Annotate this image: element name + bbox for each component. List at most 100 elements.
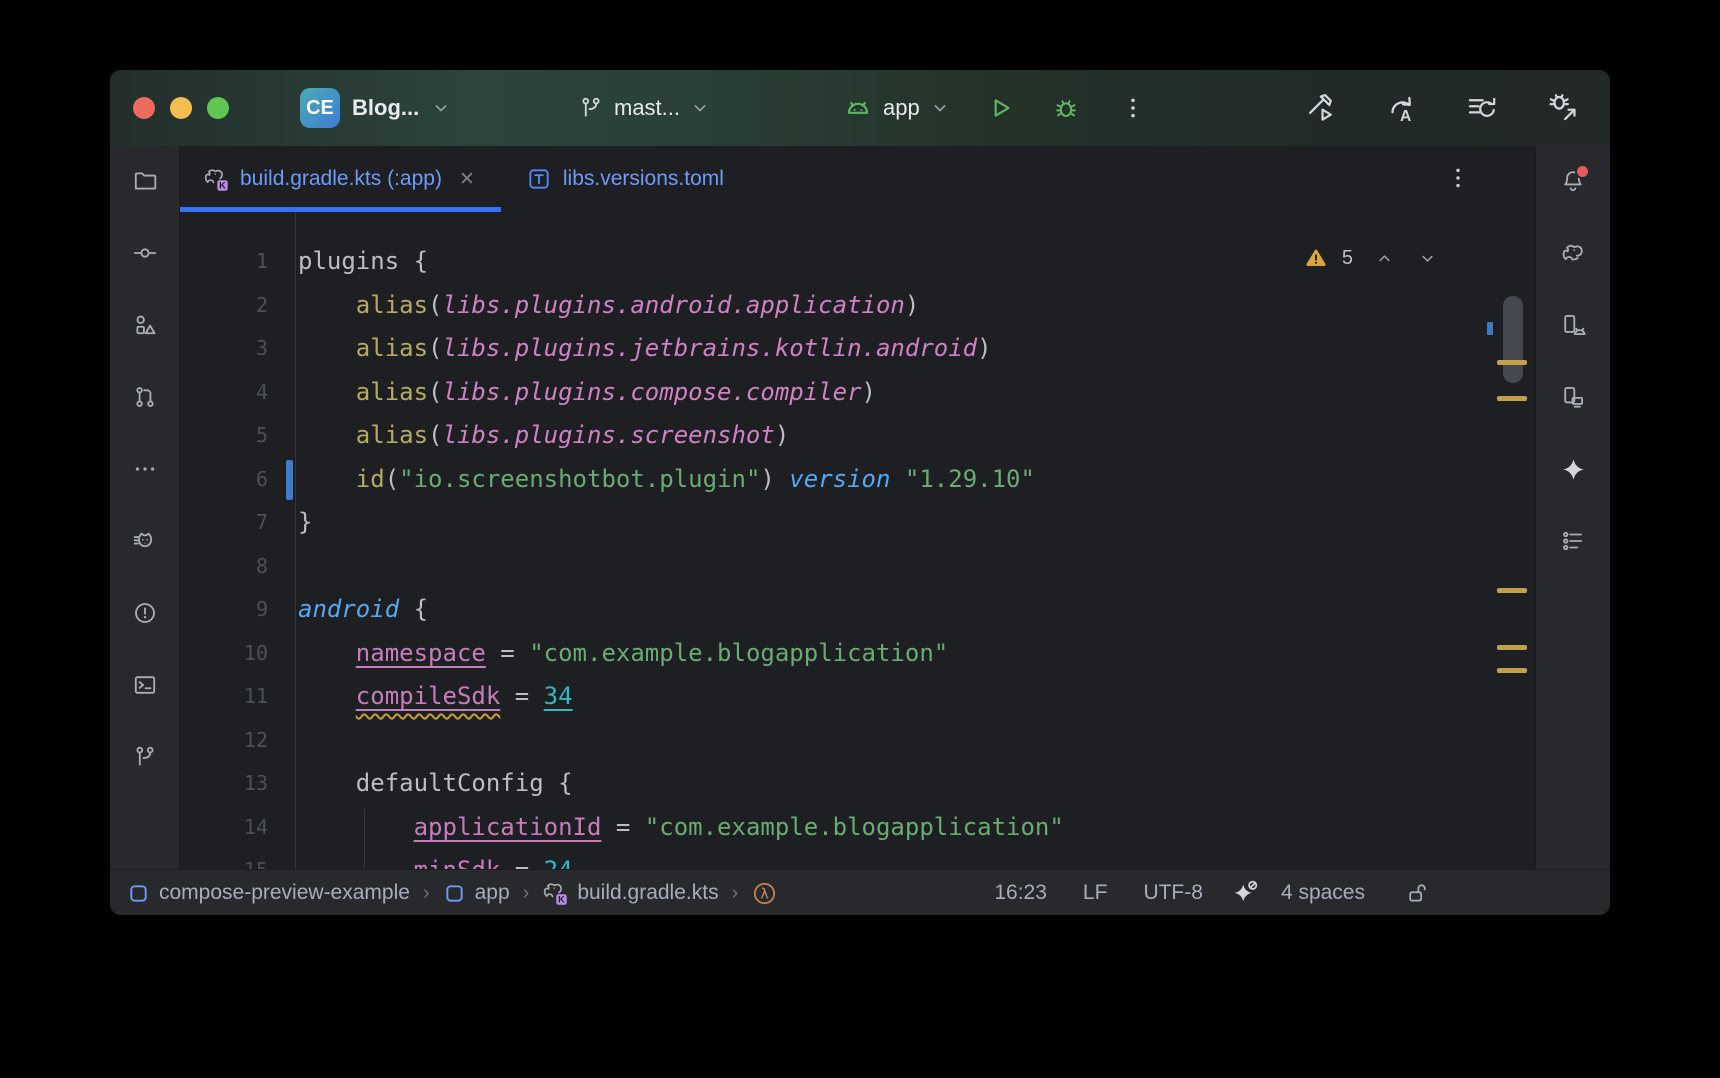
code-line[interactable]: alias(libs.plugins.android.application) bbox=[298, 284, 1475, 328]
line-number[interactable]: 8 bbox=[180, 545, 268, 589]
gradle-button[interactable] bbox=[1560, 240, 1586, 266]
code-editor[interactable]: 123456789101112131415 plugins { alias(li… bbox=[180, 212, 1535, 869]
gradle-icon bbox=[1560, 240, 1586, 266]
attach-debugger-button[interactable] bbox=[1546, 91, 1580, 125]
next-problem-button[interactable] bbox=[1418, 249, 1437, 268]
code-line[interactable]: namespace = "com.example.blogapplication… bbox=[298, 632, 1475, 676]
status-bar: compose-preview-example › app › K build.… bbox=[110, 869, 1610, 915]
warning-icon bbox=[1304, 246, 1328, 270]
close-tab-icon[interactable]: ✕ bbox=[459, 168, 475, 191]
code-line[interactable] bbox=[298, 545, 1475, 589]
line-number[interactable]: 9 bbox=[180, 588, 268, 632]
code-lines[interactable]: plugins { alias(libs.plugins.android.app… bbox=[298, 240, 1475, 869]
scrollbar-thumb[interactable] bbox=[1503, 296, 1523, 383]
gradle-kotlin-file-icon: K bbox=[542, 880, 568, 906]
notifications-button[interactable] bbox=[1560, 168, 1586, 194]
warning-stripe-mark[interactable] bbox=[1497, 668, 1527, 673]
ai-assistant-disabled-icon[interactable] bbox=[1231, 879, 1259, 907]
code-line[interactable]: alias(libs.plugins.screenshot) bbox=[298, 414, 1475, 458]
run-configuration[interactable]: app bbox=[883, 95, 920, 121]
device-manager-button[interactable] bbox=[1560, 384, 1586, 410]
resource-manager-button[interactable] bbox=[132, 312, 158, 338]
vcs-change-marker[interactable] bbox=[286, 460, 293, 500]
line-number[interactable]: 3 bbox=[180, 327, 268, 371]
line-number[interactable]: 4 bbox=[180, 371, 268, 415]
commit-icon bbox=[132, 240, 158, 266]
tab-build-gradle-kts[interactable]: K build.gradle.kts (:app) ✕ bbox=[180, 146, 501, 212]
code-line[interactable]: id("io.screenshotbot.plugin") version "1… bbox=[298, 458, 1475, 502]
code-line[interactable]: applicationId = "com.example.blogapplica… bbox=[298, 806, 1475, 850]
commit-button[interactable] bbox=[132, 240, 158, 266]
line-number[interactable]: 1 bbox=[180, 240, 268, 284]
code-line[interactable]: defaultConfig { bbox=[298, 762, 1475, 806]
debug-button[interactable] bbox=[1052, 94, 1080, 122]
line-number[interactable]: 6 bbox=[180, 458, 268, 502]
code-line[interactable]: compileSdk = 34 bbox=[298, 675, 1475, 719]
code-line[interactable]: } bbox=[298, 501, 1475, 545]
zoom-window-button[interactable] bbox=[207, 97, 229, 119]
clock-widget[interactable]: 16:23 bbox=[994, 881, 1047, 905]
line-number[interactable]: 7 bbox=[180, 501, 268, 545]
branch-selector[interactable]: mast... bbox=[578, 88, 710, 128]
tab-label: build.gradle.kts (:app) bbox=[240, 167, 442, 191]
code-line[interactable] bbox=[298, 719, 1475, 763]
breadcrumb-project[interactable]: compose-preview-example bbox=[127, 881, 410, 905]
encoding-widget[interactable]: UTF-8 bbox=[1143, 881, 1203, 905]
breadcrumbs: compose-preview-example › app › K build.… bbox=[127, 870, 778, 915]
change-stripe-mark[interactable] bbox=[1487, 322, 1493, 335]
apply-code-changes-button[interactable] bbox=[1465, 91, 1499, 125]
line-number[interactable]: 14 bbox=[180, 806, 268, 850]
terminal-button[interactable] bbox=[132, 672, 158, 698]
line-number[interactable]: 10 bbox=[180, 632, 268, 676]
svg-text:λ: λ bbox=[761, 886, 769, 902]
more-tool-windows-button[interactable] bbox=[132, 456, 158, 482]
run-button[interactable] bbox=[986, 94, 1014, 122]
line-number[interactable]: 13 bbox=[180, 762, 268, 806]
problems-icon bbox=[132, 600, 158, 626]
project-icon bbox=[132, 168, 158, 194]
line-separator-widget[interactable]: LF bbox=[1083, 881, 1108, 905]
unlock-icon[interactable] bbox=[1405, 881, 1430, 906]
previous-problem-button[interactable] bbox=[1375, 249, 1394, 268]
right-tool-window-bar bbox=[1535, 146, 1610, 869]
pull-requests-button[interactable] bbox=[132, 384, 158, 410]
kotlin-script-icon[interactable]: λ bbox=[751, 880, 778, 907]
version-control-button[interactable] bbox=[132, 744, 158, 770]
warning-stripe-mark[interactable] bbox=[1497, 645, 1527, 650]
line-number[interactable]: 15 bbox=[180, 849, 268, 869]
logcat-button[interactable] bbox=[132, 528, 158, 554]
project-selector[interactable]: CE Blog... bbox=[300, 88, 451, 128]
code-line[interactable]: plugins { bbox=[298, 240, 1475, 284]
close-window-button[interactable] bbox=[133, 97, 155, 119]
warning-stripe-mark[interactable] bbox=[1497, 360, 1527, 365]
line-number-gutter[interactable]: 123456789101112131415 bbox=[180, 240, 268, 869]
code-line[interactable]: alias(libs.plugins.compose.compiler) bbox=[298, 371, 1475, 415]
warning-stripe-mark[interactable] bbox=[1497, 588, 1527, 593]
problems-button[interactable] bbox=[132, 600, 158, 626]
line-number[interactable]: 11 bbox=[180, 675, 268, 719]
apply-changes-button[interactable]: A bbox=[1384, 91, 1418, 125]
svg-text:A: A bbox=[1400, 108, 1411, 125]
tab-options-button[interactable] bbox=[1445, 162, 1471, 194]
line-number[interactable]: 5 bbox=[180, 414, 268, 458]
inspection-widget[interactable]: 5 bbox=[1304, 246, 1437, 270]
code-line[interactable]: android { bbox=[298, 588, 1475, 632]
warning-stripe-mark[interactable] bbox=[1497, 396, 1527, 401]
build-button[interactable] bbox=[1303, 91, 1337, 125]
indent-widget[interactable]: 4 spaces bbox=[1281, 881, 1365, 905]
code-line[interactable]: minSdk = 24 bbox=[298, 849, 1475, 869]
project-button[interactable] bbox=[132, 168, 158, 194]
title-bar: CE Blog... mast... app A bbox=[110, 70, 1610, 146]
tab-libs-versions-toml[interactable]: libs.versions.toml bbox=[503, 146, 750, 212]
code-line[interactable]: alias(libs.plugins.jetbrains.kotlin.andr… bbox=[298, 327, 1475, 371]
running-devices-button[interactable] bbox=[1560, 312, 1586, 338]
more-actions-button[interactable] bbox=[1120, 95, 1146, 121]
breadcrumb-file[interactable]: K build.gradle.kts bbox=[542, 880, 718, 906]
breadcrumb-module[interactable]: app bbox=[443, 881, 510, 905]
gemini-button[interactable] bbox=[1560, 456, 1586, 482]
minimize-window-button[interactable] bbox=[170, 97, 192, 119]
line-number[interactable]: 12 bbox=[180, 719, 268, 763]
line-number[interactable]: 2 bbox=[180, 284, 268, 328]
chevron-down-icon[interactable] bbox=[930, 98, 950, 118]
structure-button[interactable] bbox=[1560, 528, 1586, 554]
